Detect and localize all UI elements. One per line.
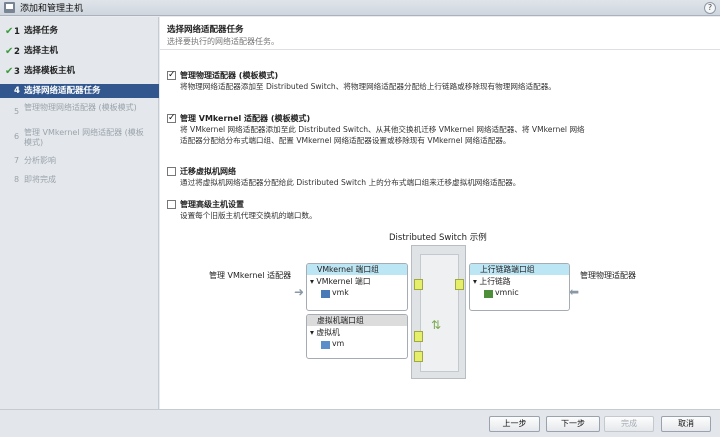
virtual-machine-icon (321, 341, 330, 349)
step-number: 6 (14, 132, 20, 141)
help-icon[interactable]: ? (704, 2, 716, 14)
check-icon: ✔ (5, 66, 14, 77)
step-label: 选择任务 (24, 26, 59, 36)
port-group-header: 虚拟机端口组 (307, 315, 407, 326)
diagram-left-label: 管理 VMkernel 适配器 (209, 271, 292, 280)
step-number: 8 (14, 175, 20, 184)
port-icon (414, 351, 423, 362)
step-label: 即将完成 (24, 175, 56, 184)
option-description: 将物理网络适配器添加至 Distributed Switch、将物理网络适配器分… (180, 82, 556, 91)
arrow-left-icon: ⬅ (569, 285, 580, 299)
checkbox-manage-vmkernel-adapters[interactable]: ✓ (167, 114, 176, 123)
step-ready-to-complete: 8 即将完成 (0, 175, 159, 185)
uplink-port-label: ▾ 上行链路 (473, 277, 511, 286)
checkbox-manage-advanced-host-settings[interactable] (167, 200, 176, 209)
step-select-hosts[interactable]: ✔ 2 选择主机 (0, 46, 159, 58)
checkbox-migrate-vm-networking[interactable] (167, 167, 176, 176)
uplink-port-group-box: 上行链路端口组 ▾ 上行链路 vmnic (469, 263, 570, 311)
page-subtitle: 选择要执行的网络适配器任务。 (167, 37, 279, 46)
port-group-header: VMkernel 端口组 (307, 264, 407, 275)
cancel-button[interactable]: 取消 (661, 416, 711, 432)
option-title[interactable]: 管理物理适配器 (模板模式) (180, 70, 278, 81)
step-select-template-host[interactable]: ✔ 3 选择模板主机 (0, 66, 159, 78)
step-manage-vmkernel-adapters: 6 管理 VMkernel 网络适配器 (模板模式) (0, 128, 159, 148)
diagram-right-label: 管理物理适配器 (580, 271, 636, 280)
check-icon: ✔ (5, 26, 14, 37)
step-number: 4 (14, 86, 20, 96)
step-number: 5 (14, 107, 20, 116)
network-adapter-icon (321, 290, 330, 298)
option-title[interactable]: 迁移虚拟机网络 (180, 166, 236, 177)
vmnic-label: vmnic (495, 288, 519, 297)
option-title[interactable]: 管理高级主机设置 (180, 199, 244, 210)
step-label: 管理 VMkernel 网络适配器 (模板模式) (24, 128, 144, 147)
main-content: 选择网络适配器任务 选择要执行的网络适配器任务。 ✓ 管理物理适配器 (模板模式… (160, 17, 720, 409)
step-label: 选择主机 (24, 46, 59, 56)
vmkernel-port-label: ▾ VMkernel 端口 (310, 277, 371, 286)
option-description: 通过将虚拟机网络适配器分配给此 Distributed Switch 上的分布式… (180, 178, 521, 187)
step-label: 分析影响 (24, 156, 56, 165)
checkbox-manage-physical-adapters[interactable]: ✓ (167, 71, 176, 80)
wizard-steps-sidebar: ✔ 1 选择任务 ✔ 2 选择主机 ✔ 3 选择模板主机 4 选择网络适配器任务… (0, 17, 159, 409)
port-icon (414, 279, 423, 290)
traffic-arrows-icon: ⇅ (431, 318, 442, 332)
next-button[interactable]: 下一步 (546, 416, 600, 432)
vmk-label: vmk (332, 288, 349, 297)
option-title[interactable]: 管理 VMkernel 适配器 (模板模式) (180, 113, 310, 124)
step-analyze-impact: 7 分析影响 (0, 156, 159, 166)
vmkernel-port-group-box: VMkernel 端口组 ▾ VMkernel 端口 vmk (306, 263, 408, 311)
step-label: 管理物理网络适配器 (模板模式) (24, 103, 137, 112)
port-group-header: 上行链路端口组 (470, 264, 569, 275)
step-label: 选择模板主机 (24, 66, 76, 76)
vm-port-group-box: 虚拟机端口组 ▾ 虚拟机 vm (306, 314, 408, 359)
option-description: 将 VMkernel 网络适配器添加至此 Distributed Switch、… (180, 125, 585, 145)
step-select-adapter-tasks[interactable]: 4 选择网络适配器任务 (0, 84, 159, 98)
step-number: 3 (14, 67, 20, 77)
check-icon: ✔ (5, 46, 14, 57)
distributed-switch-graphic: ⇅ (411, 245, 466, 379)
diagram-title: Distributed Switch 示例 (389, 233, 487, 243)
port-icon (455, 279, 464, 290)
physical-nic-icon (484, 290, 493, 298)
wizard-footer: 上一步 下一步 完成 取消 (0, 409, 720, 437)
back-button[interactable]: 上一步 (489, 416, 540, 432)
step-label: 选择网络适配器任务 (24, 86, 101, 96)
page-header: 选择网络适配器任务 选择要执行的网络适配器任务。 (160, 17, 720, 50)
title-bar: 添加和管理主机 ? (0, 0, 720, 16)
step-number: 7 (14, 156, 20, 165)
arrow-right-icon: ➜ (294, 285, 305, 299)
option-description: 设置每个旧版主机代理交换机的端口数。 (180, 211, 317, 220)
step-select-task[interactable]: ✔ 1 选择任务 (0, 26, 159, 38)
vm-port-label: ▾ 虚拟机 (310, 328, 340, 337)
window-title: 添加和管理主机 (20, 4, 84, 14)
vm-label: vm (332, 339, 345, 348)
step-number: 2 (14, 47, 20, 57)
page-title: 选择网络适配器任务 (167, 25, 244, 35)
port-icon (414, 331, 423, 342)
step-number: 1 (14, 27, 20, 37)
finish-button[interactable]: 完成 (604, 416, 654, 432)
step-manage-physical-adapters: 5 管理物理网络适配器 (模板模式) (0, 103, 159, 117)
dialog-icon (4, 2, 15, 13)
